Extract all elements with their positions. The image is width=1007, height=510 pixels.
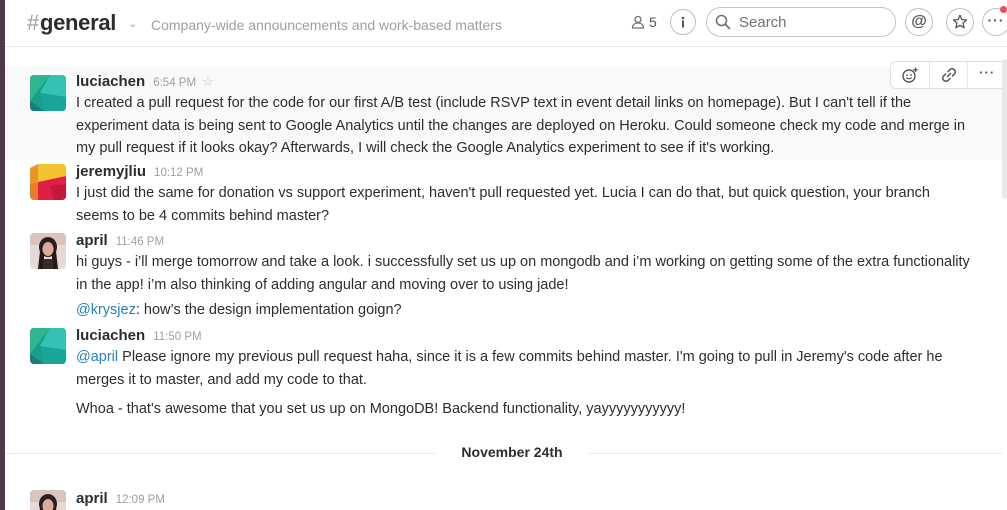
username[interactable]: april: [76, 490, 108, 507]
message-list: luciachen 6:54 PM ☆ I created a pull req…: [5, 47, 1002, 510]
username[interactable]: jeremyjliu: [76, 163, 146, 180]
message-item[interactable]: april 12:09 PM: [5, 488, 1002, 510]
message-meta: jeremyjliu 10:12 PM: [76, 163, 203, 180]
message-item[interactable]: jeremyjliu 10:12 PM I just did the same …: [5, 160, 1002, 228]
person-icon: [631, 15, 645, 29]
timestamp[interactable]: 6:54 PM: [153, 77, 196, 89]
message-body: Please ignore my previous pull request h…: [76, 349, 943, 388]
member-count-button[interactable]: 5: [631, 14, 657, 30]
search-input[interactable]: [737, 12, 891, 32]
channel-name: general: [39, 10, 117, 35]
at-icon: @: [911, 13, 927, 30]
message-text-followup: Whoa - that's awesome that you set us up…: [76, 401, 686, 417]
user-avatar-luciachen: [30, 328, 66, 364]
user-avatar-jeremyjliu: [30, 164, 66, 200]
message-text-followup: @krysjez: how’s the design implementatio…: [76, 299, 976, 322]
message-meta: luciachen 11:50 PM: [76, 327, 202, 344]
timestamp[interactable]: 10:12 PM: [154, 167, 203, 179]
mentions-button[interactable]: @: [905, 8, 933, 36]
channel-menu-chevron-icon[interactable]: ⌄: [128, 17, 137, 30]
channel-hash: #: [27, 10, 39, 35]
username[interactable]: luciachen: [76, 327, 145, 344]
message-text: hi guys - i’ll merge tomorrow and take a…: [76, 254, 970, 293]
more-icon: ···: [987, 12, 1005, 28]
message-meta: luciachen 6:54 PM ☆: [76, 73, 214, 90]
message-text: I created a pull request for the code fo…: [76, 95, 966, 156]
message-text: I just did the same for donation vs supp…: [76, 185, 930, 224]
avatar[interactable]: [30, 490, 66, 510]
channel-info-button[interactable]: [670, 9, 696, 35]
more-icon: ···: [979, 65, 996, 80]
user-mention-link[interactable]: @april: [76, 349, 118, 365]
divider-line: [5, 453, 448, 454]
star-message-icon[interactable]: ☆: [202, 74, 214, 90]
message-item[interactable]: luciachen 11:50 PM @april Please ignore …: [5, 324, 1002, 424]
link-icon: [941, 68, 956, 82]
message-meta: april 11:46 PM: [76, 232, 164, 249]
add-reaction-button[interactable]: [891, 62, 930, 88]
user-avatar-luciachen: [30, 75, 66, 111]
day-divider: November 24th: [5, 444, 1002, 460]
scrollbar[interactable]: [1002, 47, 1007, 510]
username[interactable]: luciachen: [76, 73, 145, 90]
star-icon: [952, 14, 968, 29]
avatar[interactable]: [30, 328, 66, 364]
timestamp[interactable]: 11:46 PM: [116, 236, 164, 248]
avatar[interactable]: [30, 233, 66, 269]
followup-text: : how’s the design implementation goign?: [135, 302, 402, 318]
search-icon: [715, 14, 731, 30]
message-item[interactable]: luciachen 6:54 PM ☆ I created a pull req…: [5, 61, 1002, 160]
member-count: 5: [649, 14, 657, 30]
notification-dot: [1000, 6, 1007, 13]
user-avatar-april: [30, 233, 66, 269]
day-divider-label: November 24th: [435, 444, 589, 460]
channel-header: #general ⌄ Company-wide announcements an…: [5, 0, 1007, 47]
avatar[interactable]: [30, 164, 66, 200]
message-text: @april Please ignore my previous pull re…: [76, 346, 976, 391]
message-item[interactable]: april 11:46 PM hi guys - i’ll merge tomo…: [5, 229, 1002, 321]
timestamp[interactable]: 11:50 PM: [153, 331, 201, 343]
avatar[interactable]: [30, 75, 66, 111]
more-actions-button[interactable]: ···: [968, 62, 1002, 88]
copy-link-button[interactable]: [930, 62, 969, 88]
search-box[interactable]: [706, 7, 896, 37]
message-actions: ···: [890, 61, 1002, 89]
username[interactable]: april: [76, 232, 108, 249]
divider-line: [576, 453, 1002, 454]
info-icon: [681, 16, 685, 28]
user-avatar-april: [30, 490, 66, 510]
channel-title[interactable]: #general: [27, 10, 116, 36]
message-meta: april 12:09 PM: [76, 490, 165, 507]
channel-topic: Company-wide announcements and work-base…: [151, 17, 502, 33]
user-mention-link[interactable]: @krysjez: [76, 302, 136, 318]
starred-button[interactable]: [946, 8, 974, 36]
add-reaction-icon: [902, 67, 918, 83]
timestamp[interactable]: 12:09 PM: [116, 494, 165, 506]
scrollbar-thumb[interactable]: [1002, 59, 1007, 199]
